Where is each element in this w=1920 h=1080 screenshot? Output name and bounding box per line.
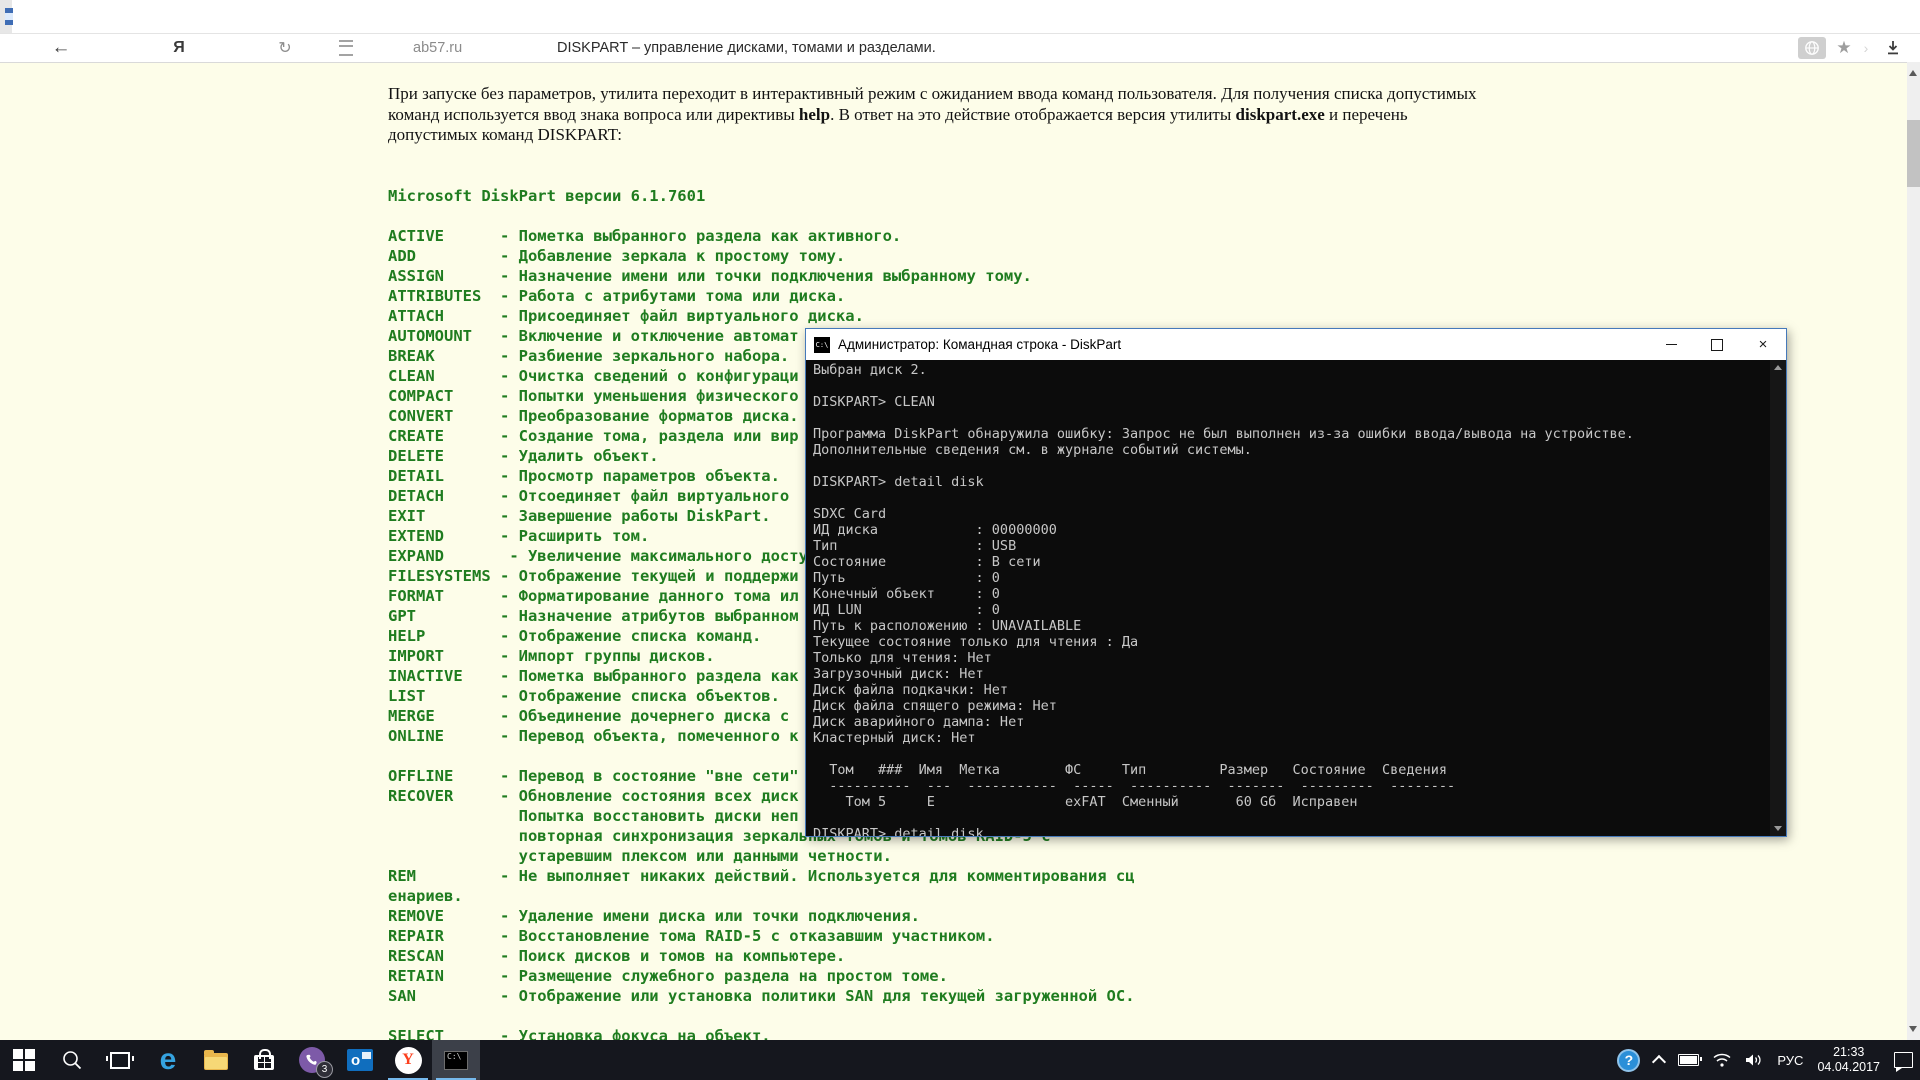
intro-line2c: . В ответ на это действие отображается в…	[830, 104, 1236, 124]
chevron-up-icon	[1652, 1054, 1667, 1070]
system-tray: ? РУС 21:33 04.04.2017	[1610, 1040, 1920, 1080]
battery-button[interactable]	[1671, 1040, 1706, 1080]
file-explorer-button[interactable]	[192, 1040, 240, 1080]
address-domain[interactable]: ab57.ru	[413, 34, 462, 62]
intro-help-bold: help	[798, 104, 831, 124]
reader-mode-icon	[339, 40, 353, 56]
console-scrollbar[interactable]	[1770, 360, 1786, 836]
yandex-logo-icon: Я	[173, 39, 185, 56]
search-button[interactable]	[48, 1040, 96, 1080]
console-output-text: Выбран диск 2. DISKPART> CLEAN Программа…	[813, 362, 1634, 836]
yandex-browser-icon: Y	[394, 1046, 422, 1074]
wifi-icon	[1713, 1053, 1731, 1067]
maximize-button[interactable]	[1694, 329, 1740, 360]
file-explorer-icon	[204, 1050, 228, 1070]
store-icon	[254, 1049, 274, 1070]
action-center-icon	[1894, 1052, 1913, 1072]
edge-button[interactable]: e	[144, 1040, 192, 1080]
minimize-button[interactable]	[1648, 329, 1694, 360]
console-scroll-down-icon[interactable]	[1774, 826, 1782, 831]
help-tray-button[interactable]: ?	[1610, 1040, 1647, 1080]
intro-line3: допустимых команд DISKPART:	[388, 125, 622, 145]
network-button[interactable]	[1706, 1040, 1738, 1080]
search-icon	[63, 1051, 82, 1070]
download-icon	[1888, 41, 1898, 55]
store-button[interactable]	[240, 1040, 288, 1080]
tray-expand-button[interactable]	[1647, 1040, 1671, 1080]
scroll-up-arrow-icon[interactable]	[1909, 70, 1917, 76]
close-icon: ×	[1758, 336, 1768, 353]
viber-badge: 3	[316, 1061, 333, 1078]
scroll-down-arrow-icon[interactable]	[1909, 1026, 1917, 1032]
clock[interactable]: 21:33 04.04.2017	[1810, 1040, 1887, 1080]
outlook-button[interactable]: o	[336, 1040, 384, 1080]
panel-chevron-icon: ›	[1860, 34, 1872, 62]
battery-icon	[1678, 1054, 1703, 1066]
console-output-area[interactable]: Выбран диск 2. DISKPART> CLEAN Программа…	[806, 360, 1770, 836]
outlook-icon: o	[347, 1049, 373, 1071]
speaker-icon	[1746, 1054, 1761, 1066]
question-icon: ?	[1617, 1048, 1641, 1072]
address-page-title[interactable]: DISKPART – управление дисками, томами и …	[557, 34, 936, 62]
back-icon: ←	[51, 37, 71, 58]
reload-icon: ↻	[278, 40, 292, 57]
intro-paragraph: При запуске без параметров, утилита пере…	[388, 84, 1477, 146]
browser-tab-strip	[0, 0, 1920, 34]
taskbar: e 3 o Y C:\ ? РУС 21:33 04.04.2017	[0, 1040, 1920, 1080]
language-indicator[interactable]: РУС	[1770, 1040, 1810, 1080]
task-view-icon	[106, 1051, 134, 1069]
cmd-window-icon: C:\	[814, 336, 830, 353]
start-button[interactable]	[0, 1040, 48, 1080]
intro-line2e: и перечень	[1324, 104, 1408, 124]
action-center-button[interactable]	[1887, 1040, 1920, 1080]
language-label: РУС	[1777, 1052, 1804, 1068]
back-button[interactable]: ←	[46, 34, 76, 62]
bookmark-button[interactable]: ★	[1832, 34, 1856, 62]
volume-button[interactable]	[1738, 1040, 1770, 1080]
page-scrollbar[interactable]	[1907, 62, 1920, 1040]
desktop-screen: ← Я ↻ ab57.ru DISKPART – управление диск…	[0, 0, 1920, 1080]
minimize-icon	[1665, 344, 1677, 345]
window-controls: ×	[1648, 329, 1786, 360]
browser-toolbar: ← Я ↻ ab57.ru DISKPART – управление диск…	[0, 34, 1920, 63]
console-scroll-up-icon[interactable]	[1774, 365, 1782, 370]
tray-date: 04.04.2017	[1817, 1060, 1880, 1074]
reload-button[interactable]: ↻	[272, 34, 298, 62]
intro-diskpart-bold: diskpart.exe	[1235, 104, 1325, 124]
edge-icon: e	[159, 1043, 177, 1076]
command-prompt-icon: C:\	[444, 1050, 468, 1070]
task-view-button[interactable]	[96, 1040, 144, 1080]
yandex-menu-button[interactable]: Я	[166, 34, 192, 62]
tab-favicon-fragment[interactable]	[5, 8, 13, 25]
close-button[interactable]: ×	[1740, 329, 1786, 360]
scrollbar-thumb[interactable]	[1907, 120, 1920, 187]
viber-button[interactable]: 3	[288, 1040, 336, 1080]
console-title: Администратор: Командная строка - DiskPa…	[838, 337, 1122, 352]
outlook-letter: o	[351, 1051, 361, 1069]
tray-time: 21:33	[1833, 1045, 1865, 1059]
chevron-glyph: ›	[1863, 40, 1869, 56]
intro-line1: При запуске без параметров, утилита пере…	[388, 84, 1477, 103]
diskpart-version-heading: Microsoft DiskPart версии 6.1.7601	[388, 187, 706, 205]
downloads-button[interactable]	[1880, 34, 1906, 62]
console-title-bar[interactable]: C:\ Администратор: Командная строка - Di…	[806, 329, 1786, 360]
globe-icon	[1805, 41, 1819, 55]
command-prompt-window: C:\ Администратор: Командная строка - Di…	[805, 328, 1787, 837]
command-prompt-button[interactable]: C:\	[432, 1040, 480, 1080]
star-icon: ★	[1836, 38, 1852, 57]
windows-logo-icon	[13, 1049, 35, 1071]
yandex-browser-button[interactable]: Y	[384, 1040, 432, 1080]
reader-mode-button[interactable]	[336, 34, 356, 62]
maximize-icon	[1711, 338, 1723, 351]
translate-button[interactable]	[1798, 37, 1826, 59]
intro-line2a: команд используется ввод знака вопроса и…	[388, 104, 799, 124]
